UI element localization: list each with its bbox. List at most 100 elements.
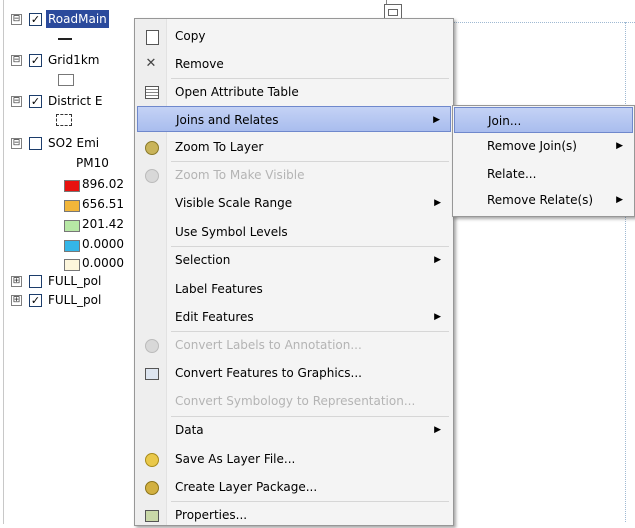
- menu-icon-slot: [143, 479, 159, 495]
- submenu-arrow-icon: ▶: [434, 198, 441, 208]
- layer-context-menu: Copy ✕ Remove Open Attribute Table Joins and…: [134, 18, 454, 526]
- layer-row-full-pol-2[interactable]: ⊞ ✓ FULL_pol: [0, 291, 134, 309]
- menu-item-label: Label Features: [175, 282, 263, 296]
- menu-item-label: Selection: [175, 253, 231, 267]
- layer-row-full-pol-1[interactable]: ⊞ FULL_pol: [0, 272, 134, 290]
- layer-visibility-checkbox[interactable]: ✓: [29, 95, 42, 108]
- menu-item-selection[interactable]: Selection ▶: [137, 247, 451, 273]
- menu-separator: [171, 331, 449, 332]
- menu-item-label: Joins and Relates: [176, 113, 279, 127]
- menu-item-label: Remove: [175, 57, 224, 71]
- collapse-icon[interactable]: ⊟: [11, 14, 22, 25]
- collapse-icon[interactable]: ⊟: [11, 55, 22, 66]
- layer-visibility-checkbox[interactable]: ✓: [29, 13, 42, 26]
- layer-row-grid1km[interactable]: ⊟ ✓ Grid1km: [0, 51, 134, 69]
- zoom-layer-icon: [145, 141, 159, 155]
- submenu-item-remove-join-s[interactable]: Remove Join(s) ▶: [454, 133, 633, 159]
- menu-item-label: Use Symbol Levels: [175, 225, 288, 239]
- menu-item-label: Save As Layer File...: [175, 452, 296, 466]
- layer-row-roadmain[interactable]: ⊟ ✓ RoadMain: [0, 10, 140, 28]
- menu-item-label: Convert Symbology to Representation...: [175, 394, 416, 408]
- legend-label: 896.02: [82, 177, 124, 191]
- menu-item-joins-and-relates[interactable]: Joins and Relates ▶: [137, 106, 451, 132]
- legend-label: 201.42: [82, 217, 124, 231]
- menu-item-open-attribute-table[interactable]: Open Attribute Table: [137, 79, 451, 105]
- submenu-arrow-icon: ▶: [434, 255, 441, 265]
- submenu-item-join[interactable]: Join...: [454, 107, 633, 133]
- zoom-visible-icon: [145, 169, 159, 183]
- layer-package-icon: [145, 481, 159, 495]
- menu-item-create-layer-package[interactable]: Create Layer Package...: [137, 474, 451, 500]
- legend-label: 0.0000: [82, 237, 124, 251]
- field-name-label: PM10: [76, 156, 109, 170]
- menu-separator: [171, 161, 449, 162]
- menu-icon-slot: [143, 84, 159, 100]
- legend-swatch: [64, 220, 80, 232]
- menu-item-convert-symbology-to-representation: Convert Symbology to Representation...: [137, 388, 451, 414]
- menu-item-save-as-layer-file[interactable]: Save As Layer File...: [137, 446, 451, 472]
- expand-icon[interactable]: ⊞: [11, 276, 22, 287]
- collapse-icon[interactable]: ⊟: [11, 96, 22, 107]
- layer-visibility-checkbox[interactable]: [29, 275, 42, 288]
- legend-swatch: [64, 259, 80, 271]
- menu-item-use-symbol-levels[interactable]: Use Symbol Levels: [137, 219, 451, 245]
- legend-label: 0.0000: [82, 256, 124, 270]
- legend-swatch: [64, 200, 80, 212]
- menu-item-convert-features-to-graphics[interactable]: Convert Features to Graphics...: [137, 360, 451, 386]
- submenu-arrow-icon: ▶: [616, 141, 623, 151]
- menu-item-edit-features[interactable]: Edit Features ▶: [137, 304, 451, 330]
- layer-visibility-checkbox[interactable]: ✓: [29, 54, 42, 67]
- layer-row-district[interactable]: ⊟ ✓ District E: [0, 92, 134, 110]
- menu-item-label: Edit Features: [175, 310, 254, 324]
- menu-item-properties[interactable]: Properties...: [137, 502, 451, 528]
- properties-icon: [145, 510, 159, 522]
- menu-item-label: Visible Scale Range: [175, 196, 293, 210]
- field-name: PM10: [76, 154, 109, 172]
- submenu-arrow-icon: ▶: [434, 425, 441, 435]
- menu-item-data[interactable]: Data ▶: [137, 417, 451, 443]
- menu-icon-slot: [143, 28, 159, 45]
- submenu-arrow-icon: ▶: [616, 195, 623, 205]
- menu-item-copy[interactable]: Copy: [137, 23, 451, 49]
- submenu-arrow-icon: ▶: [433, 115, 440, 125]
- menu-item-zoom-to-make-visible: Zoom To Make Visible: [137, 162, 451, 188]
- map-extent-guide-vertical: [625, 22, 626, 522]
- polygon-symbol: [56, 114, 72, 126]
- submenu-item-remove-relate-s[interactable]: Remove Relate(s) ▶: [454, 187, 633, 213]
- menu-separator: [171, 246, 449, 247]
- menu-item-convert-labels-to-annotation: Convert Labels to Annotation...: [137, 332, 451, 358]
- layer-file-icon: [145, 453, 159, 467]
- menu-item-label: Convert Features to Graphics...: [175, 366, 362, 380]
- menu-item-label: Data: [175, 423, 204, 437]
- menu-item-visible-scale-range[interactable]: Visible Scale Range ▶: [137, 190, 451, 216]
- layer-name[interactable]: RoadMain: [46, 10, 109, 28]
- layer-visibility-checkbox[interactable]: [29, 137, 42, 150]
- layer-name[interactable]: SO2 Emi: [48, 134, 99, 152]
- submenu-item-relate[interactable]: Relate...: [454, 161, 633, 187]
- layer-visibility-checkbox[interactable]: ✓: [29, 294, 42, 307]
- layer-name[interactable]: District E: [48, 92, 103, 110]
- menu-icon-slot: [143, 451, 159, 467]
- submenu-item-label: Relate...: [487, 167, 537, 181]
- menu-separator: [171, 416, 449, 417]
- menu-item-zoom-to-layer[interactable]: Zoom To Layer: [137, 134, 451, 160]
- menu-item-remove[interactable]: ✕ Remove: [137, 51, 451, 77]
- line-symbol: [58, 38, 72, 40]
- menu-icon-slot: [143, 167, 159, 183]
- submenu-item-label: Remove Relate(s): [487, 193, 594, 207]
- legend-swatch: [64, 180, 80, 192]
- submenu-arrow-icon: ▶: [434, 312, 441, 322]
- layer-name[interactable]: Grid1km: [48, 51, 99, 69]
- submenu-item-label: Join...: [488, 114, 522, 128]
- menu-item-label-features[interactable]: Label Features: [137, 276, 451, 302]
- graphics-icon: [145, 368, 159, 380]
- menu-item-label: Open Attribute Table: [175, 85, 299, 99]
- layer-name[interactable]: FULL_pol: [48, 291, 101, 309]
- collapse-icon[interactable]: ⊟: [11, 138, 22, 149]
- menu-item-label: Zoom To Make Visible: [175, 168, 305, 182]
- layer-row-so2[interactable]: ⊟ SO2 Emi: [0, 134, 134, 152]
- menu-icon-slot: [143, 337, 159, 353]
- layer-name[interactable]: FULL_pol: [48, 272, 101, 290]
- menu-icon-slot: [143, 365, 159, 381]
- expand-icon[interactable]: ⊞: [11, 295, 22, 306]
